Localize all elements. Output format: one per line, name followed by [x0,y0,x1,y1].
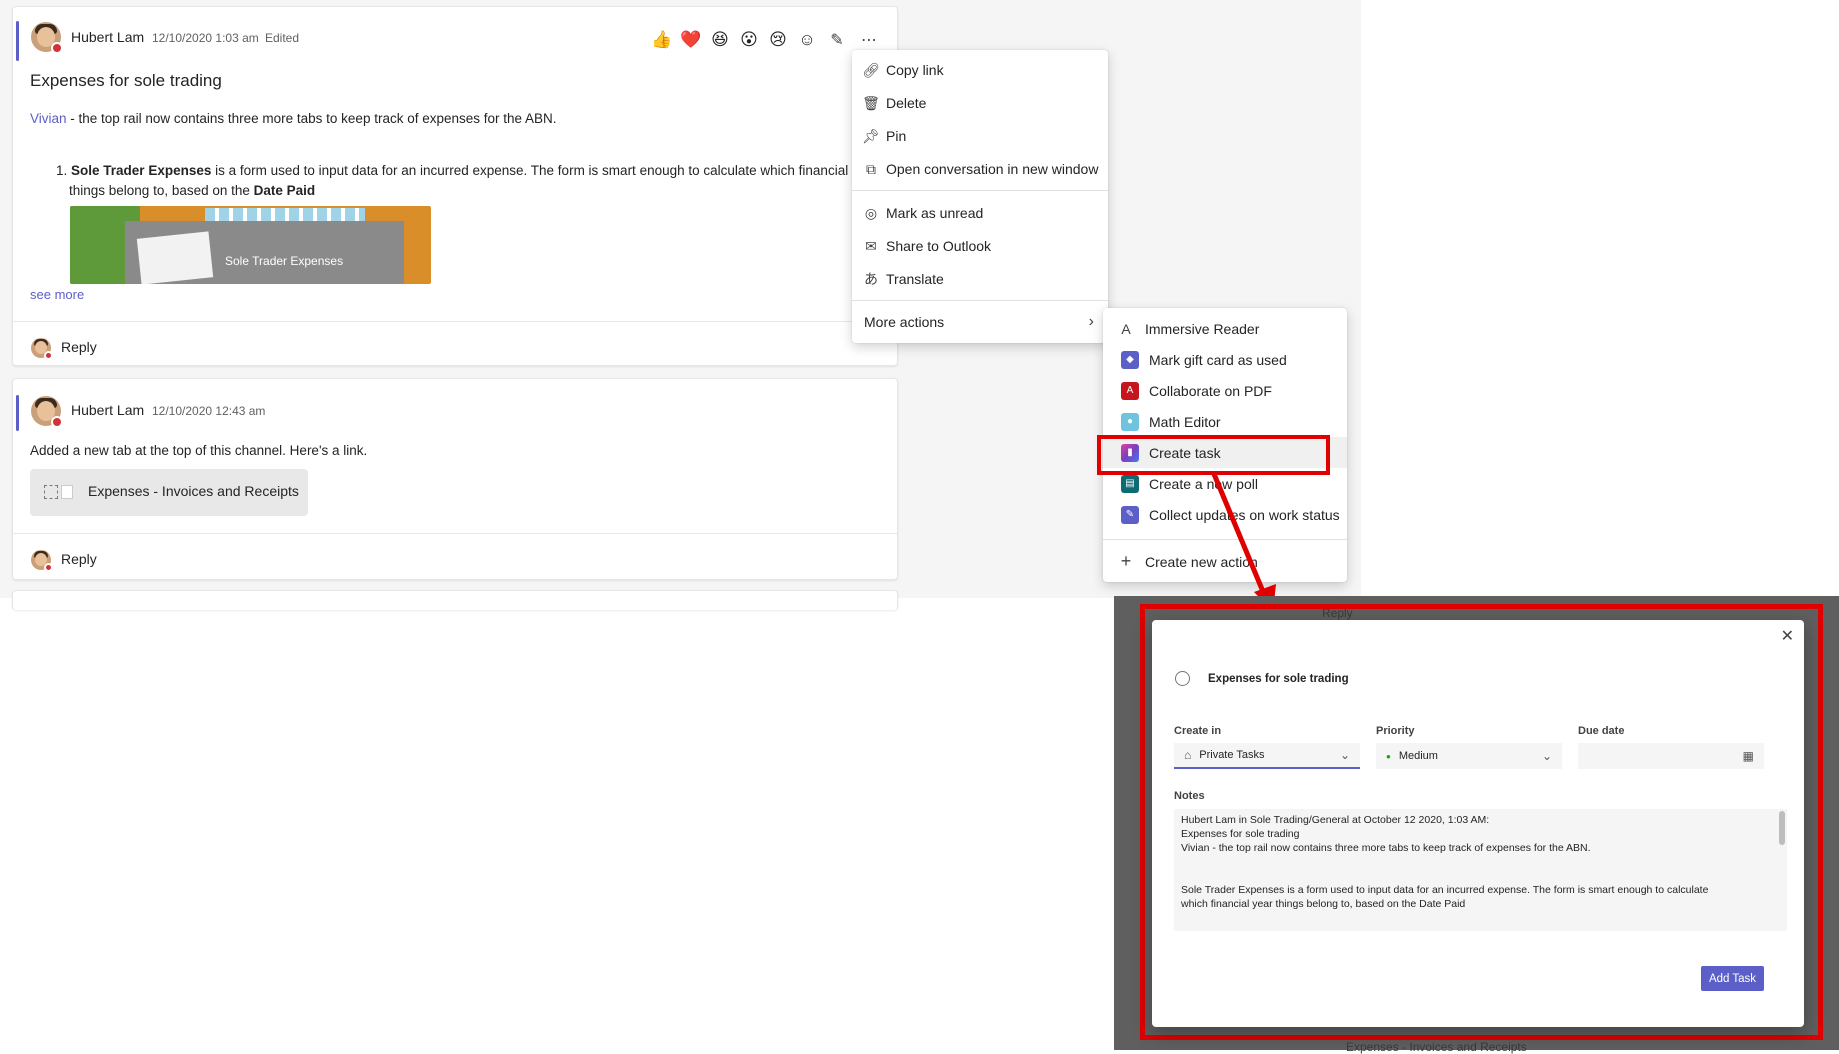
see-more-link[interactable]: see more [30,287,84,302]
list-item-continuation: things belong to, based on the Date Paid [69,183,316,198]
tab-link-chip[interactable]: Expenses - Invoices and Receipts [30,469,308,516]
edit-icon[interactable]: ✎ [826,29,848,51]
author-name[interactable]: Hubert Lam [71,29,144,45]
chevron-down-icon: ⌄ [1339,748,1350,762]
menu-item-copy-link[interactable]: 🔗︎ Copy link [852,56,1108,84]
message-post: Hubert Lam 12/10/2020 12:43 am Added a n… [12,378,898,580]
create-in-dropdown[interactable]: ⌂ Private Tasks ⌄ [1174,743,1360,769]
sad-reaction-icon[interactable]: 😢 [767,29,789,51]
menu-item-pin[interactable]: 📌︎ Pin [852,122,1108,150]
menu-item-share-outlook[interactable]: ✉ Share to Outlook [852,232,1108,260]
message-post-partial [12,590,898,610]
reaction-bar: 👍 ❤️ 😆 😮 😢 ☺ [651,29,818,51]
unread-icon: ◎ [864,204,878,221]
mention-link[interactable]: Vivian [30,111,67,126]
pin-icon: 📌︎ [862,127,880,144]
menu-item-translate[interactable]: あ Translate [852,265,1108,293]
list-item: 1. Sole Trader Expenses is a form used t… [56,163,859,178]
heart-reaction-icon[interactable]: ❤️ [680,29,702,51]
avatar[interactable] [31,396,63,428]
popout-icon: ⧉ [866,160,876,177]
avatar[interactable] [31,22,63,54]
reply-avatar [31,550,53,572]
notes-label: Notes [1174,790,1205,802]
submenu-item-pdf[interactable]: A Collaborate on PDF [1103,375,1347,406]
notes-scrollbar[interactable] [1779,811,1785,845]
create-in-label: Create in [1174,725,1222,737]
status-icon: ✎ [1121,505,1139,524]
link-icon: 🔗︎ [862,61,880,78]
message-line: Vivian - the top rail now contains three… [30,111,557,126]
edited-label: Edited [265,31,300,45]
priority-label: Priority [1376,725,1415,737]
due-date-picker[interactable]: ▦ [1578,743,1764,769]
due-date-label: Due date [1578,725,1625,737]
create-task-highlight [1097,435,1330,475]
add-task-button[interactable]: Add Task [1701,966,1764,991]
submenu-item-math-editor[interactable]: ● Math Editor [1103,406,1347,437]
close-icon[interactable]: ✕ [1781,626,1794,646]
like-reaction-icon[interactable]: 👍 [651,29,673,51]
translate-icon: あ [864,271,878,287]
immersive-reader-icon: A [1121,320,1131,337]
create-task-dialog: ✕ Expenses for sole trading Create in ⌂ P… [1152,620,1804,1027]
tab-thumbnail[interactable]: Sole Trader Expenses [70,206,431,284]
reply-button[interactable]: Reply [61,551,97,567]
menu-item-more-actions[interactable]: More actions › [852,308,1108,336]
trash-icon: 🗑︎ [862,94,880,111]
pdf-icon: A [1121,381,1139,400]
message-context-menu: 🔗︎ Copy link 🗑︎ Delete 📌︎ Pin ⧉ Open convers… [852,50,1108,343]
add-reaction-icon[interactable]: ☺ [796,29,818,51]
plus-icon: + [1120,551,1132,571]
message-timestamp: 12/10/2020 12:43 am [152,404,266,418]
presence-busy-icon [51,42,63,54]
background-tab-chip: Expenses - Invoices and Receipts [1346,1040,1527,1054]
more-options-icon[interactable]: ⋯ [858,29,880,51]
presence-busy-icon [51,416,63,428]
gift-card-icon: ◆ [1121,350,1139,369]
poll-icon: ▤ [1121,474,1139,493]
chevron-right-icon: › [1088,313,1094,330]
priority-dot-icon: ● [1386,751,1391,761]
calendar-icon: ▦ [1742,749,1754,763]
notes-textarea[interactable]: Hubert Lam in Sole Trading/General at Oc… [1174,809,1787,931]
author-name[interactable]: Hubert Lam [71,402,144,418]
message-post: Hubert Lam 12/10/2020 1:03 am Edited 👍 ❤… [12,6,898,366]
laugh-reaction-icon[interactable]: 😆 [709,29,731,51]
menu-item-open-new-window[interactable]: ⧉ Open conversation in new window [852,155,1108,183]
submenu-item-gift-card[interactable]: ◆ Mark gift card as used [1103,344,1347,375]
task-complete-radio[interactable] [1175,671,1190,686]
reply-button[interactable]: Reply [61,339,97,355]
surprised-reaction-icon[interactable]: 😮 [738,29,760,51]
chevron-down-icon: ⌄ [1541,749,1552,763]
priority-dropdown[interactable]: ● Medium ⌄ [1376,743,1562,769]
menu-item-delete[interactable]: 🗑︎ Delete [852,89,1108,117]
tab-icon [44,485,58,499]
message-body: Added a new tab at the top of this chann… [30,443,368,458]
home-icon: ⌂ [1184,748,1192,762]
menu-item-mark-unread[interactable]: ◎ Mark as unread [852,199,1108,227]
message-title: Expenses for sole trading [30,71,222,90]
submenu-item-immersive-reader[interactable]: A Immersive Reader [1103,313,1347,344]
math-editor-icon: ● [1121,412,1139,431]
message-timestamp: 12/10/2020 1:03 am [152,31,259,45]
task-title[interactable]: Expenses for sole trading [1208,673,1349,685]
reply-avatar [31,338,53,360]
mail-icon: ✉ [865,237,877,254]
